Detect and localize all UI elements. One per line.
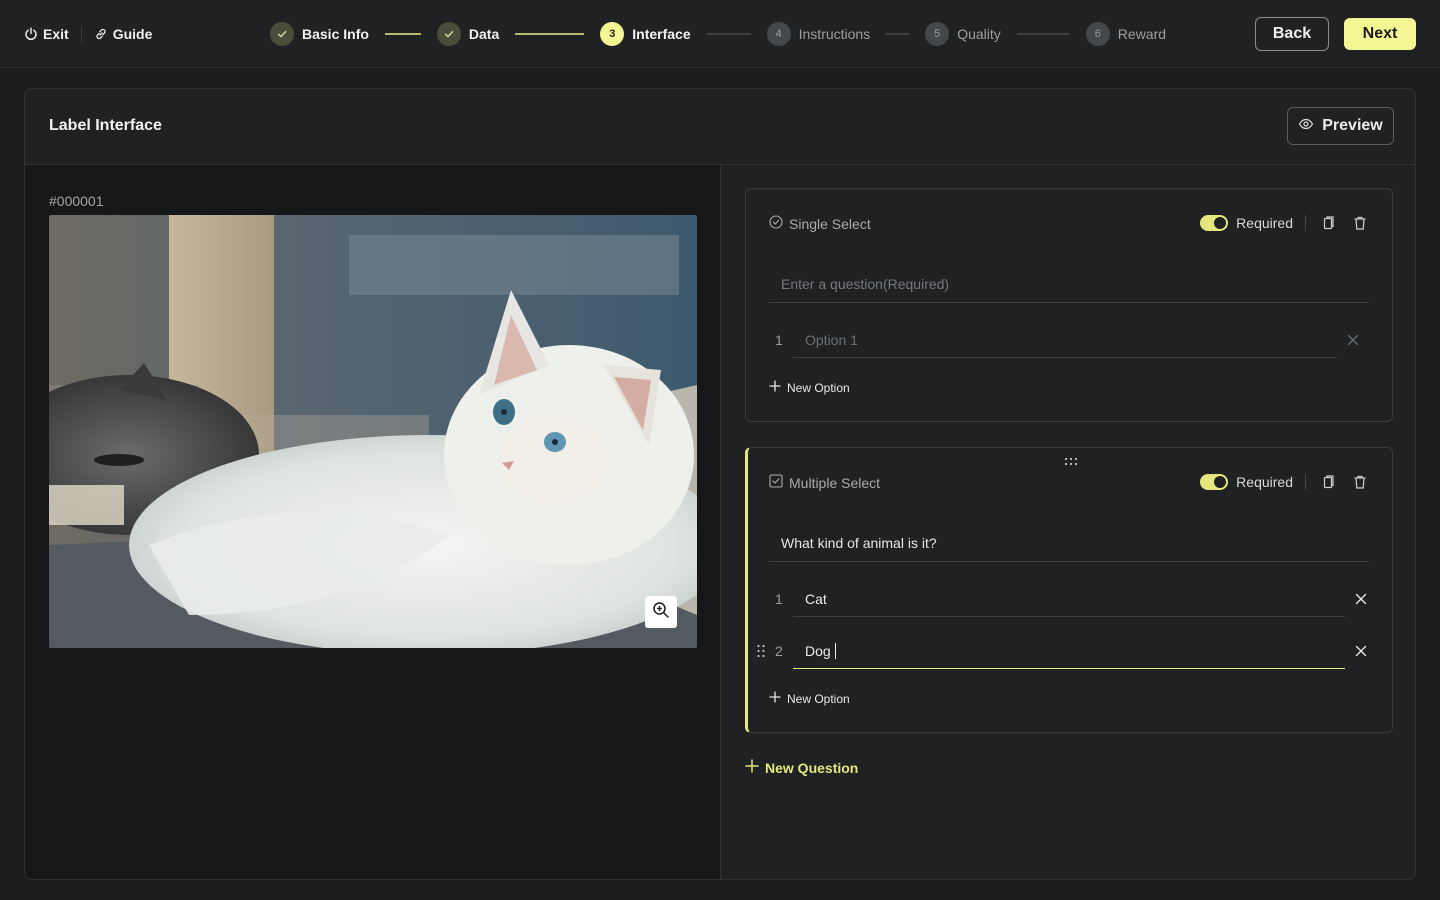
required-toggle[interactable] (1200, 215, 1229, 231)
plus-icon (769, 691, 781, 706)
step-interface[interactable]: 3 Interface (600, 22, 691, 46)
question-toolbar: Required (1200, 472, 1370, 492)
check-icon (270, 22, 294, 46)
question-type-label: Multiple Select (789, 474, 881, 491)
page-title: Label Interface (49, 117, 162, 134)
progress-stepper: Basic Info Data 3 Interface 4 Instructio… (270, 0, 1166, 68)
top-bar-left: Exit Guide (24, 0, 152, 68)
step-label: Data (468, 26, 500, 42)
copy-icon[interactable] (1318, 472, 1338, 492)
step-data[interactable]: Data (436, 22, 500, 46)
divider (1305, 474, 1306, 490)
preview-label: Preview (1322, 117, 1383, 134)
plus-icon (769, 380, 781, 395)
question-toolbar: Required (1200, 213, 1370, 233)
check-icon (436, 22, 461, 46)
trash-icon[interactable] (1350, 213, 1370, 233)
step-reward[interactable]: 6 Reward (1085, 22, 1167, 46)
required-label: Required (1236, 474, 1293, 490)
new-question-button[interactable]: New Question (745, 759, 858, 776)
card-header: Label Interface Preview (25, 89, 1415, 165)
option-number: 1 (775, 591, 783, 607)
text-caret (834, 642, 836, 659)
step-connector (886, 33, 910, 35)
option-input[interactable] (793, 322, 1337, 358)
question-input[interactable] (769, 265, 1369, 303)
step-number: 6 (1085, 22, 1110, 46)
step-label: Quality (957, 26, 1001, 42)
step-instructions[interactable]: 4 Instructions (766, 22, 871, 46)
link-icon (94, 27, 108, 41)
required-toggle[interactable] (1200, 474, 1229, 490)
zoom-in-icon (652, 601, 670, 624)
new-option-label: New Option (787, 380, 850, 395)
step-connector (384, 33, 421, 35)
plus-icon (745, 759, 759, 776)
drag-handle-icon[interactable] (756, 644, 766, 663)
step-label: Reward (1117, 26, 1167, 42)
required-label: Required (1236, 215, 1293, 231)
back-button[interactable]: Back (1255, 17, 1329, 51)
eye-icon (1298, 116, 1314, 137)
divider (1305, 215, 1306, 231)
guide-label: Guide (112, 26, 153, 42)
question-type: Multiple Select (769, 474, 880, 491)
divider (80, 26, 82, 42)
zoom-in-button[interactable] (645, 596, 677, 628)
cat-photo (49, 215, 697, 648)
remove-option-icon[interactable] (1353, 643, 1369, 659)
radio-check-icon (769, 215, 783, 232)
guide-link[interactable]: Guide (94, 26, 153, 42)
step-label: Instructions (798, 26, 871, 42)
step-quality[interactable]: 5 Quality (925, 22, 1001, 46)
option-input[interactable] (793, 581, 1345, 617)
option-value: Dog (805, 642, 831, 659)
power-icon (24, 27, 38, 41)
step-connector (1016, 33, 1070, 35)
step-label: Basic Info (302, 26, 369, 42)
new-option-label: New Option (787, 691, 850, 706)
exit-label: Exit (43, 26, 69, 42)
next-button[interactable]: Next (1344, 18, 1416, 50)
new-option-button[interactable]: New Option (769, 380, 850, 395)
question-type-label: Single Select (789, 215, 871, 232)
data-preview-pane: #000001 (25, 165, 721, 879)
step-connector (515, 33, 585, 35)
new-option-button[interactable]: New Option (769, 691, 850, 706)
photo-illustration (49, 215, 697, 648)
step-number: 3 (600, 22, 625, 46)
step-number: 5 (925, 22, 950, 46)
copy-icon[interactable] (1318, 213, 1338, 233)
step-connector (706, 33, 751, 35)
remove-option-icon[interactable] (1353, 591, 1369, 607)
remove-option-icon[interactable] (1345, 332, 1361, 348)
new-question-label: New Question (765, 759, 859, 776)
step-basic-info[interactable]: Basic Info (270, 22, 369, 46)
drag-handle-icon[interactable] (1064, 454, 1078, 472)
label-interface-card: Label Interface Preview #000001 Single S… (24, 88, 1416, 880)
trash-icon[interactable] (1350, 472, 1370, 492)
question-card-single-select[interactable]: Single Select Required 1 New Option (745, 188, 1393, 422)
step-number: 4 (766, 22, 791, 46)
exit-button[interactable]: Exit (24, 26, 69, 42)
question-card-multiple-select[interactable]: Multiple Select Required 1 2 Dog (745, 447, 1393, 733)
top-bar: Exit Guide Basic Info Data 3 Interface 4… (0, 0, 1440, 68)
item-id: #000001 (49, 193, 104, 209)
step-label: Interface (632, 26, 691, 42)
option-input-focused[interactable]: Dog (793, 633, 1345, 669)
checkbox-icon (769, 474, 783, 491)
option-number: 1 (775, 332, 783, 348)
question-input[interactable] (769, 524, 1369, 562)
option-number: 2 (775, 643, 783, 659)
question-type: Single Select (769, 215, 871, 232)
preview-button[interactable]: Preview (1287, 107, 1394, 145)
